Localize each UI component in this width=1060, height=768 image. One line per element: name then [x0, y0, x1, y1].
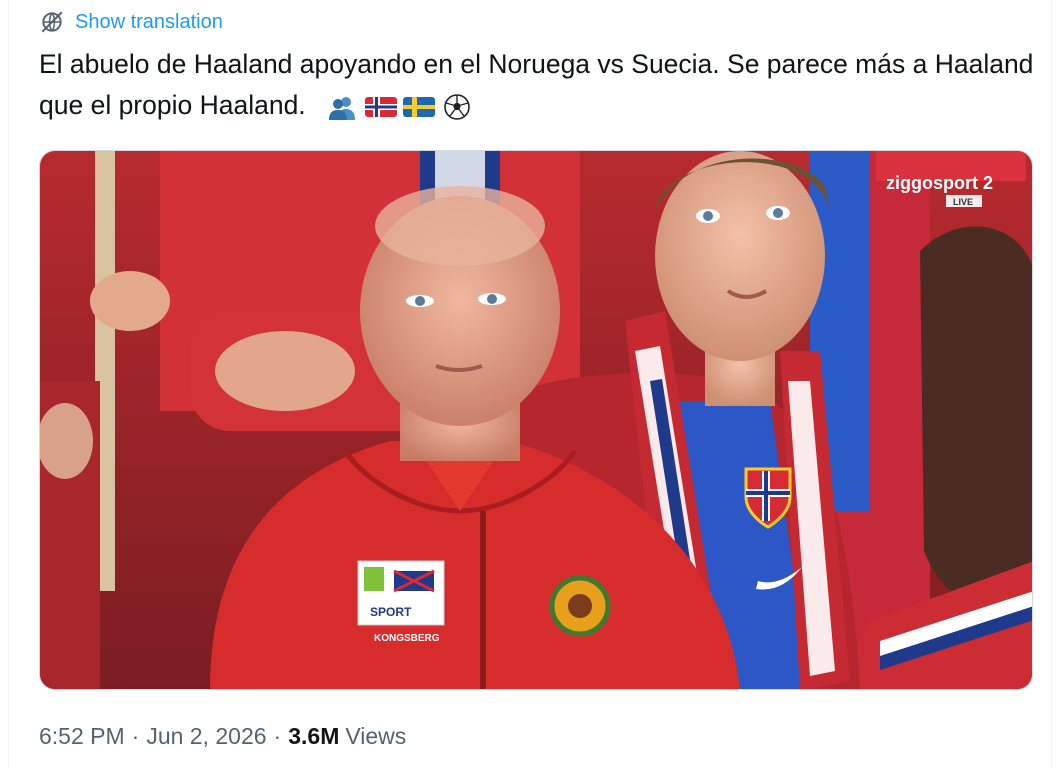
tweet-meta: 6:52 PM · Jun 2, 2026 · 3.6M Views	[39, 718, 406, 754]
tweet-card: Show translation El abuelo de Haaland ap…	[8, 0, 1052, 768]
show-translation-label: Show translation	[75, 10, 223, 33]
jacket-badge-bottom-text: KONGSBERG	[374, 633, 440, 644]
tweet-date[interactable]: Jun 2, 2026	[146, 723, 266, 750]
emoji-row	[327, 94, 473, 120]
jacket-badge-top-text: SPORT	[370, 605, 412, 619]
views-count: 3.6M	[288, 722, 340, 749]
tweet-text-block: El abuelo de Haaland apoyando en el Noru…	[39, 44, 1039, 126]
people-icon	[329, 97, 356, 120]
meta-separator: ·	[273, 722, 282, 749]
broadcaster-live-badge: LIVE	[953, 197, 973, 207]
norway-flag-icon	[365, 97, 398, 117]
soccer-ball-icon	[444, 94, 470, 120]
sweden-flag-icon	[403, 97, 436, 117]
meta-separator: ·	[131, 722, 140, 749]
tweet-text: El abuelo de Haaland apoyando en el Noru…	[39, 49, 1034, 120]
globe-translate-icon	[41, 11, 63, 33]
tweet-time[interactable]: 6:52 PM	[39, 723, 125, 750]
show-translation-link[interactable]: Show translation	[39, 8, 223, 36]
views-label: Views	[345, 722, 407, 749]
broadcaster-logo: ziggosport 2	[886, 173, 993, 193]
photo-image: SPORT KONGSBERG ziggosport 2 LIVE	[40, 151, 1032, 689]
tweet-photo[interactable]: SPORT KONGSBERG ziggosport 2 LIVE	[39, 150, 1033, 690]
